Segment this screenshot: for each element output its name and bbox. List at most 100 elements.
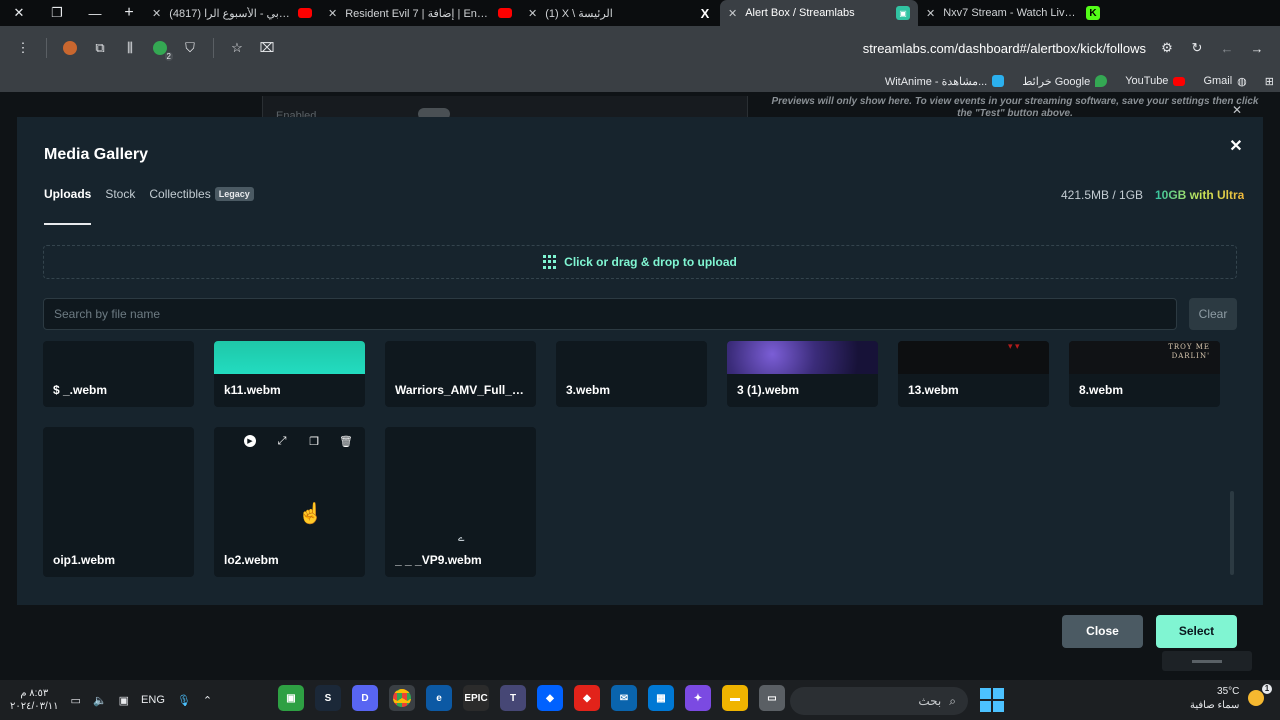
forward-icon[interactable]: → <box>1242 33 1272 63</box>
expand-icon[interactable]: ⤢ <box>276 435 288 447</box>
teams-icon[interactable]: T <box>500 685 526 711</box>
site-settings-icon[interactable]: ⚙ <box>1152 33 1182 63</box>
file-name: _ _ _VP9.webm <box>395 553 482 567</box>
close-icon[interactable]: ✕ <box>1232 103 1242 117</box>
bookmark-item[interactable]: Gmail ◍ <box>1203 75 1246 88</box>
gallery-scrollbar[interactable] <box>1229 341 1235 579</box>
tab-stock[interactable]: Stock <box>105 187 135 225</box>
dropbox-icon[interactable]: ◆ <box>537 685 563 711</box>
trash-icon[interactable]: 🗑 <box>339 435 353 448</box>
taskbar-search[interactable]: بحث ⌕ <box>790 687 968 715</box>
save-settings-button[interactable]: ▬▬▬ <box>1162 651 1252 671</box>
close-window-icon[interactable]: ✕ <box>0 0 38 26</box>
taskbar-apps: ▣ S D e EPIC T ◆ ◆ ✉ ▦ ✦ ▬ ▭ <box>278 685 785 711</box>
preview-notice: Previews will only show here. To view ev… <box>771 96 1259 118</box>
battery-icon[interactable]: ▭ <box>71 694 81 707</box>
scrollbar-thumb[interactable] <box>1230 491 1234 575</box>
close-icon[interactable]: ✕ <box>1227 138 1245 156</box>
close-tab-icon[interactable]: ✕ <box>728 7 737 20</box>
modal-title: Media Gallery <box>44 146 149 163</box>
app-gray-icon[interactable]: ▭ <box>759 685 785 711</box>
new-tab-button[interactable]: + <box>114 0 144 26</box>
profile-avatar-icon[interactable] <box>55 33 85 63</box>
tab-collectibles[interactable]: Collectibles Legacy <box>149 187 254 225</box>
media-card[interactable]: 3 (1).webm <box>727 341 878 407</box>
close-tab-icon[interactable]: ✕ <box>152 7 161 20</box>
bookmark-item[interactable]: WitAnime - مشاهدة... <box>885 75 1005 88</box>
youtube-icon <box>298 8 312 18</box>
app-red-icon[interactable]: ◆ <box>574 685 600 711</box>
extension-icon[interactable]: ⫼ <box>115 33 145 63</box>
upload-dropzone[interactable]: Click or drag & drop to upload <box>43 245 1237 279</box>
ultra-upgrade-link[interactable]: 10GB with Ultra <box>1155 188 1244 202</box>
media-card[interactable]: oip1.webm <box>43 427 194 577</box>
media-card[interactable]: k11.webm <box>214 341 365 407</box>
menu-icon[interactable]: ⋮ <box>8 33 38 63</box>
media-card[interactable]: $ _.webm <box>43 341 194 407</box>
copy-icon[interactable]: ❐ <box>308 435 320 448</box>
browser-tab[interactable]: ✕ Nxv7 Stream - Watch Live on Ki K <box>918 0 1108 26</box>
media-card[interactable]: Warriors_AMV_Full_Scr... <box>385 341 536 407</box>
weather-widget[interactable]: 35°C سماء صافية <box>1190 685 1239 713</box>
steam-icon[interactable]: S <box>315 685 341 711</box>
browser-tab[interactable]: ✕ (1) X \ الرئيسة X <box>520 0 720 26</box>
clear-button[interactable]: Clear <box>1189 298 1237 330</box>
bookmark-star-icon[interactable]: ☆ <box>222 33 252 63</box>
start-button-icon[interactable] <box>980 688 1004 712</box>
chevron-up-icon[interactable]: ⌃ <box>203 694 212 707</box>
shield-icon[interactable]: ⛉ <box>175 33 205 63</box>
bookmark-label: Gmail <box>1203 75 1233 87</box>
language-indicator[interactable]: ENG <box>141 694 165 706</box>
media-card-hovered[interactable]: ▶ ⤢ ❐ 🗑 ☝ lo2.webm <box>214 427 365 577</box>
select-button[interactable]: Select <box>1156 615 1237 648</box>
file-explorer-icon[interactable]: ▬ <box>722 685 748 711</box>
restore-window-icon[interactable]: ❐ <box>38 0 76 26</box>
media-card[interactable]: ے _ _ _VP9.webm <box>385 427 536 577</box>
browser-tab[interactable]: ✕ (4817) كأس كيو بي - الأسبوع الرا <box>144 0 320 26</box>
address-bar[interactable]: streamlabs.com/dashboard#/alertbox/kick/… <box>282 33 1152 63</box>
bookmark-item[interactable]: YouTube <box>1125 75 1186 87</box>
reload-icon[interactable]: ↻ <box>1182 33 1212 63</box>
extensions-icon[interactable]: ⧉ <box>85 33 115 63</box>
app-icon[interactable]: ▣ <box>278 685 304 711</box>
store-icon[interactable]: ▦ <box>648 685 674 711</box>
back-icon[interactable]: ← <box>1212 33 1242 63</box>
temperature: 35°C <box>1217 686 1240 697</box>
browser-tab-strip: ✕ ❐ — + ✕ (4817) كأس كيو بي - الأسبوع ال… <box>0 0 1280 26</box>
close-tab-icon[interactable]: ✕ <box>328 7 337 20</box>
play-icon[interactable]: ▶ <box>244 435 256 447</box>
close-tab-icon[interactable]: ✕ <box>528 7 537 20</box>
search-icon: ⌕ <box>949 693 956 708</box>
clock[interactable]: ٨:٥٣ م ٢٠٢٤/٠٣/١١ <box>10 687 59 713</box>
close-button[interactable]: Close <box>1062 615 1143 648</box>
extension-badge-icon[interactable]: 2 <box>145 33 175 63</box>
copilot-icon[interactable]: ✦ <box>685 685 711 711</box>
witanime-icon <box>992 75 1005 87</box>
search-input[interactable] <box>43 298 1177 330</box>
volume-icon[interactable]: 🔈 <box>93 694 107 707</box>
microphone-icon[interactable]: 🎙 <box>177 694 191 707</box>
mail-icon[interactable]: ✉ <box>611 685 637 711</box>
apps-grid-icon[interactable]: ⊞ <box>1265 75 1274 88</box>
bookmark-item[interactable]: خرائط Google <box>1022 75 1108 88</box>
streamlabs-icon: ▣ <box>896 6 910 20</box>
network-icon[interactable]: ▣ <box>119 694 129 707</box>
edge-icon[interactable]: e <box>426 685 452 711</box>
discord-icon[interactable]: D <box>352 685 378 711</box>
media-card[interactable]: 3.webm <box>556 341 707 407</box>
media-grid: $ _.webm k11.webm Warriors_AMV_Full_Scr.… <box>43 341 1237 579</box>
media-card[interactable]: TROY ME DARLIN' 8.webm <box>1069 341 1220 407</box>
close-tab-icon[interactable]: ✕ <box>926 7 935 20</box>
tab-title: (1) X \ الرئيسة <box>545 7 613 20</box>
epic-games-icon[interactable]: EPIC <box>463 685 489 711</box>
upload-label: Click or drag & drop to upload <box>564 255 737 269</box>
youtube-icon <box>1173 76 1186 86</box>
media-card[interactable]: ▾ ▾ 13.webm <box>898 341 1049 407</box>
minimize-window-icon[interactable]: — <box>76 0 114 26</box>
tab-uploads[interactable]: Uploads <box>44 187 92 225</box>
browser-tab[interactable]: ✕ Resident Evil 7 | إضافة | End of Zo <box>320 0 520 26</box>
tab-title: Resident Evil 7 | إضافة | End of Zo <box>345 7 490 20</box>
chrome-icon[interactable] <box>389 685 415 711</box>
browser-tab-active[interactable]: ✕ Alert Box / Streamlabs ▣ <box>720 0 918 26</box>
translate-icon[interactable]: ⌧ <box>252 33 282 63</box>
